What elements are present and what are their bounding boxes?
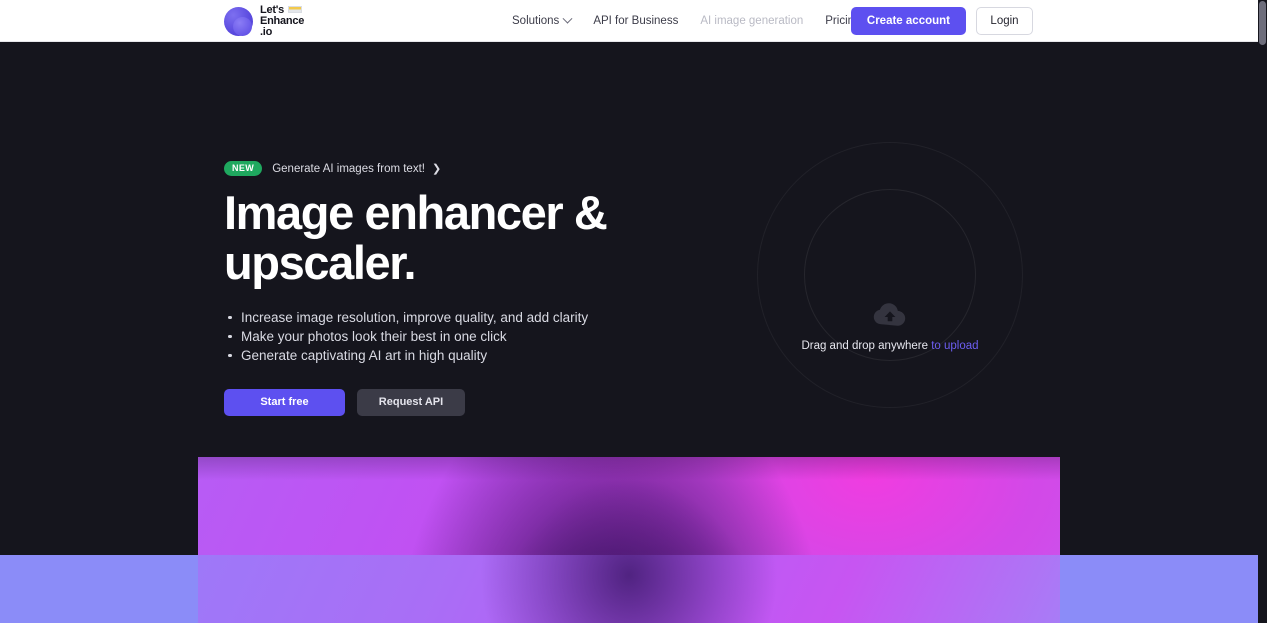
new-feature-banner[interactable]: NEW Generate AI images from text! ❯: [224, 161, 441, 176]
nav-item-ai-image-generation[interactable]: AI image generation: [700, 15, 803, 27]
ukraine-flag-icon: [287, 6, 302, 13]
nav-item-solutions[interactable]: Solutions: [512, 13, 573, 27]
brand-logo[interactable]: Let's Enhance .io: [224, 4, 304, 39]
hero-section: NEW Generate AI images from text! ❯ Imag…: [0, 43, 1258, 455]
brand-wordmark: Let's Enhance .io: [260, 4, 304, 39]
create-account-button[interactable]: Create account: [850, 7, 966, 35]
primary-nav: Solutions API for Business AI image gene…: [512, 0, 905, 42]
cloud-upload-icon: [873, 303, 906, 326]
upload-dropzone[interactable]: Drag and drop anywhere to upload: [757, 142, 1023, 408]
list-item: Make your photos look their best in one …: [224, 327, 764, 346]
dropzone-upload-link[interactable]: to upload: [931, 340, 978, 352]
nav-item-label: API for Business: [593, 15, 679, 27]
page-title: Image enhancer & upscaler.: [224, 186, 608, 289]
vertical-scrollbar[interactable]: [1258, 0, 1267, 623]
brand-line-3: .io: [260, 26, 273, 39]
hero-feature-list: Increase image resolution, improve quali…: [224, 308, 764, 365]
start-free-button[interactable]: Start free: [224, 388, 345, 416]
nav-item-label: AI image generation: [700, 15, 804, 27]
showcase-gradient-overlay-lower: [198, 555, 1060, 623]
page-root: Let's Enhance .io Solutions API for Busi…: [0, 0, 1267, 623]
request-api-button[interactable]: Request API: [357, 388, 465, 416]
chevron-down-icon: [562, 13, 573, 24]
list-item: Increase image resolution, improve quali…: [224, 308, 764, 327]
hero-copy: NEW Generate AI images from text! ❯ Imag…: [224, 161, 764, 416]
nav-item-label: Solutions: [512, 15, 560, 27]
chevron-right-icon: ❯: [431, 163, 442, 175]
browser-viewport: Let's Enhance .io Solutions API for Busi…: [0, 0, 1258, 623]
login-button[interactable]: Login: [976, 7, 1033, 35]
scrollbar-thumb[interactable]: [1259, 1, 1266, 45]
showcase-image-lower: [198, 555, 1060, 623]
lets-enhance-logo-icon: [224, 7, 253, 37]
nav-actions: Create account Login: [850, 7, 1033, 35]
site-navbar: Let's Enhance .io Solutions API for Busi…: [0, 0, 1258, 42]
new-feature-label: Generate AI images from text!: [272, 162, 425, 175]
dropzone-content: Drag and drop anywhere to upload: [757, 302, 1023, 352]
dropzone-label: Drag and drop anywhere to upload: [757, 340, 1023, 352]
new-badge: NEW: [224, 161, 263, 176]
nav-item-api-for-business[interactable]: API for Business: [593, 15, 678, 27]
hero-cta-row: Start free Request API: [224, 388, 764, 416]
dropzone-text: Drag and drop anywhere: [801, 340, 932, 352]
list-item: Generate captivating AI art in high qual…: [224, 346, 764, 365]
